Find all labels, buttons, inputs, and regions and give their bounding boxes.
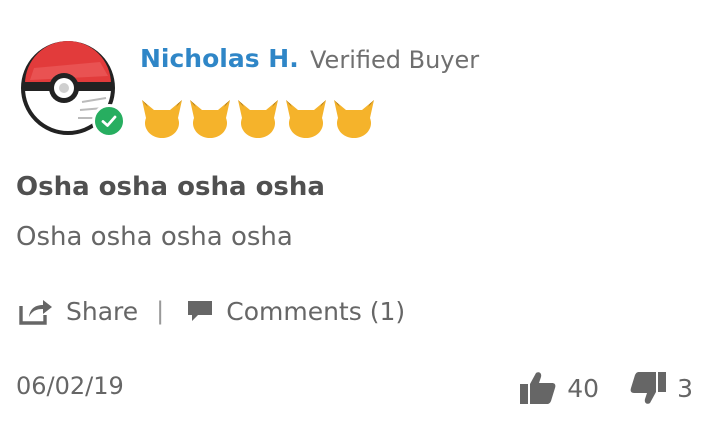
thumbs-down-button[interactable]: 3 <box>629 370 693 406</box>
checkmark-icon <box>101 115 117 127</box>
verified-buyer-label: Verified Buyer <box>310 46 480 74</box>
comment-icon <box>188 301 213 321</box>
star-rating <box>140 98 376 138</box>
helpfulness-votes: 40 3 <box>519 370 693 406</box>
review-body: Osha osha osha osha <box>16 222 293 252</box>
share-label: Share <box>66 296 139 326</box>
action-separator: | <box>156 297 165 325</box>
thumbs-up-button[interactable]: 40 <box>519 370 599 406</box>
share-icon <box>19 300 52 325</box>
comments-button[interactable]: Comments (1) <box>186 297 405 326</box>
review-actions: Share | Comments (1) <box>18 296 405 326</box>
review-date: 06/02/19 <box>16 372 124 400</box>
verified-badge <box>92 104 126 138</box>
thumbs-down-icon <box>630 372 667 404</box>
share-button[interactable]: Share <box>18 296 138 326</box>
pikachu-face-icon <box>334 100 374 138</box>
review-title: Osha osha osha osha <box>16 172 325 202</box>
thumbs-up-icon <box>520 372 556 404</box>
reviewer-name[interactable]: Nicholas H. <box>140 44 299 73</box>
pikachu-face-icon <box>142 100 182 138</box>
upvote-count: 40 <box>567 373 600 403</box>
pikachu-face-icon <box>238 100 278 138</box>
comments-label: Comments (1) <box>226 296 406 326</box>
downvote-count: 3 <box>677 373 693 403</box>
pikachu-face-icon <box>286 100 326 138</box>
pikachu-face-icon <box>190 100 230 138</box>
